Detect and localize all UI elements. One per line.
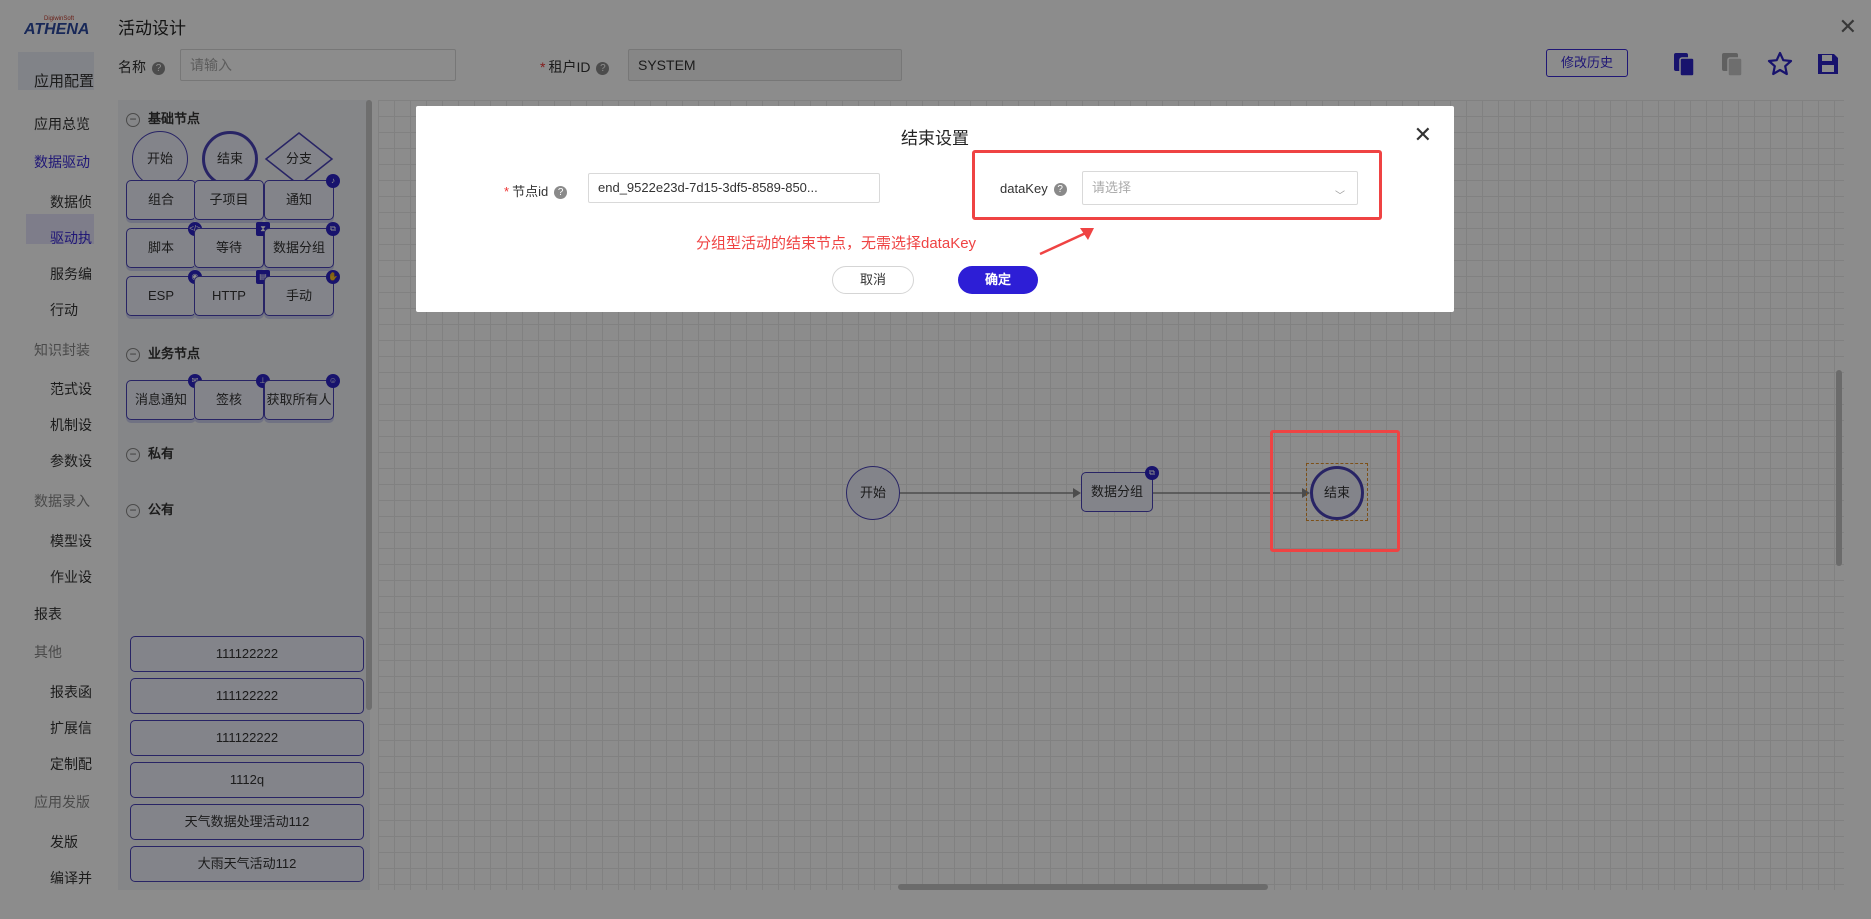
annotation-highlight-datakey (972, 150, 1382, 220)
annotation-highlight-end-node (1270, 430, 1400, 552)
node-id-input[interactable]: end_9522e23d-7d15-3df5-8589-850... (588, 173, 880, 203)
dialog-close-icon[interactable]: ✕ (1414, 122, 1432, 148)
confirm-button[interactable]: 确定 (958, 266, 1038, 294)
end-settings-dialog: 结束设置 ✕ * 节点id? end_9522e23d-7d15-3df5-858… (416, 106, 1454, 312)
dialog-title: 结束设置 (901, 129, 969, 148)
annotation-text: 分组型活动的结束节点，无需选择dataKey (696, 235, 977, 252)
annotation-arrow-icon (1039, 228, 1094, 256)
cancel-button[interactable]: 取消 (832, 266, 914, 294)
app-window: ATHENA DigiwinSoft 应用配置 应用总览 数据驱动 数据侦 驱动执 服务编… (0, 0, 1871, 919)
node-id-label: * 节点id? (504, 181, 568, 200)
node-id-help-icon[interactable]: ? (554, 186, 568, 200)
